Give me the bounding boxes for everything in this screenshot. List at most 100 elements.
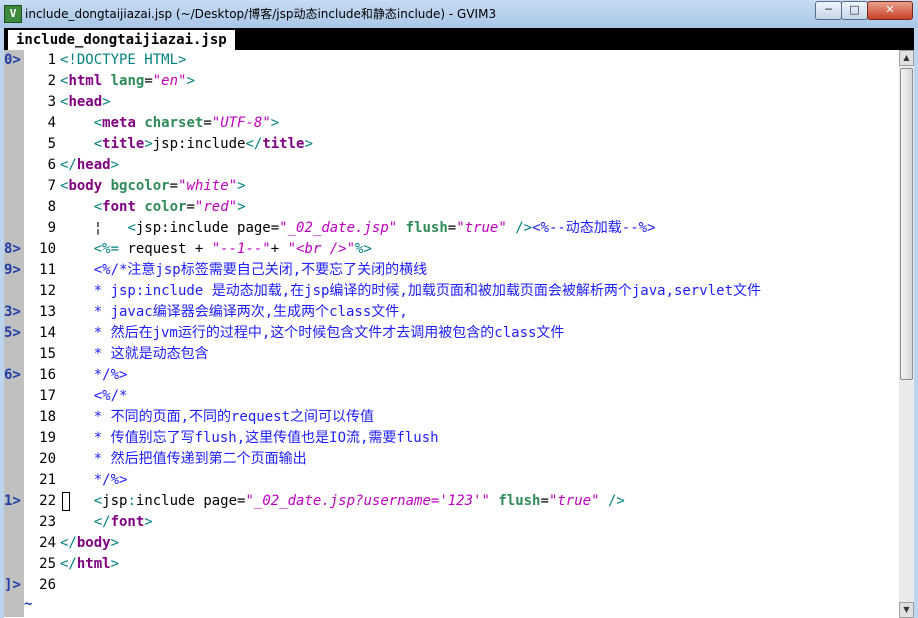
code-token: > bbox=[237, 199, 246, 215]
code-token: "<br />" bbox=[287, 241, 356, 257]
code-token: > bbox=[110, 535, 120, 551]
line-number: 22 bbox=[39, 493, 56, 509]
code-token: <%/*注意jsp标签需要自己关闭,不要忘了关闭的横线 bbox=[93, 262, 428, 278]
code-text: </head> bbox=[60, 155, 119, 176]
vertical-scrollbar[interactable]: ▲ ▼ bbox=[899, 50, 914, 618]
code-line[interactable]: 8 <font color="red"> bbox=[4, 197, 899, 218]
code-line[interactable]: 17 <%/* bbox=[4, 386, 899, 407]
code-line[interactable]: 7 <body bgcolor="white"> bbox=[4, 176, 899, 197]
text-cursor bbox=[62, 492, 70, 511]
scroll-down-icon[interactable]: ▼ bbox=[899, 602, 914, 618]
line-number: 12 bbox=[39, 283, 56, 299]
scrollbar-thumb[interactable] bbox=[900, 68, 913, 380]
code-line[interactable]: 19 * 传值别忘了写flush,这里传值也是IO流,需要flush bbox=[4, 428, 899, 449]
code-token: head bbox=[76, 157, 111, 173]
code-token: * 传值别忘了写flush,这里传值也是IO流,需要flush bbox=[93, 430, 439, 446]
sign-column: 1> bbox=[4, 491, 24, 512]
sign-column bbox=[4, 470, 24, 491]
code-token: : bbox=[127, 493, 136, 509]
code-token: jsp:include page= bbox=[135, 220, 280, 236]
line-number: 6 bbox=[47, 157, 56, 173]
code-token: font bbox=[102, 199, 136, 215]
code-token: "en" bbox=[152, 73, 187, 89]
scroll-up-icon[interactable]: ▲ bbox=[899, 50, 914, 66]
line-number: 7 bbox=[47, 178, 56, 194]
code-line[interactable]: 23 </font> bbox=[4, 512, 899, 533]
code-line[interactable]: 5> 14 * 然后在jvm运行的过程中,这个时候包含文件才去调用被包含的clas… bbox=[4, 323, 899, 344]
code-text: <%/*注意jsp标签需要自己关闭,不要忘了关闭的横线 bbox=[60, 260, 427, 281]
line-number: 16 bbox=[39, 367, 56, 383]
sign-column bbox=[4, 344, 24, 365]
code-line[interactable]: 2 <html lang="en"> bbox=[4, 71, 899, 92]
sign-column bbox=[4, 176, 24, 197]
code-token: <%/* bbox=[93, 388, 128, 404]
code-line[interactable]: 24 </body> bbox=[4, 533, 899, 554]
code-text: <%= request + "--1--"+ "<br />"%> bbox=[60, 239, 372, 260]
line-number: 18 bbox=[39, 409, 56, 425]
code-line[interactable]: 5 <title>jsp:include</title> bbox=[4, 134, 899, 155]
code-token: < bbox=[93, 136, 103, 152]
code-line[interactable]: 21 */%> bbox=[4, 470, 899, 491]
code-line[interactable]: 6 </head> bbox=[4, 155, 899, 176]
code-token: font bbox=[110, 514, 145, 530]
code-line[interactable]: 3 <head> bbox=[4, 92, 899, 113]
code-line[interactable]: ]> 26 bbox=[4, 575, 899, 596]
sign-column bbox=[4, 197, 24, 218]
line-number: 5 bbox=[47, 136, 56, 152]
code-token: bgcolor bbox=[110, 178, 170, 194]
code-line[interactable]: 15 * 这就是动态包含 bbox=[4, 344, 899, 365]
code-token: color bbox=[144, 199, 187, 215]
maximize-button[interactable]: □ bbox=[841, 1, 868, 20]
code-line[interactable]: 0> 1 <!DOCTYPE HTML> bbox=[4, 50, 899, 71]
code-token: title bbox=[262, 136, 305, 152]
line-number: 21 bbox=[39, 472, 56, 488]
sign-column bbox=[4, 71, 24, 92]
code-line[interactable]: 4 <meta charset="UTF-8"> bbox=[4, 113, 899, 134]
code-line[interactable]: 12 * jsp:include 是动态加载,在jsp编译的时候,加载页面和被加… bbox=[4, 281, 899, 302]
code-token: > bbox=[237, 178, 246, 194]
code-line[interactable]: 1> 22 <jsp:include page="_02_date.jsp?use… bbox=[4, 491, 899, 512]
sign-column: 6> bbox=[4, 365, 24, 386]
sign-column bbox=[4, 449, 24, 470]
code-line[interactable]: 25 </html> bbox=[4, 554, 899, 575]
line-number: 20 bbox=[39, 451, 56, 467]
minimize-button[interactable]: ─ bbox=[815, 1, 842, 20]
code-text: * javac编译器会编译两次,生成两个class文件, bbox=[60, 302, 408, 323]
line-number: 9 bbox=[47, 220, 56, 236]
gvim-window: V include_dongtaijiazai.jsp (~/Desktop/博… bbox=[0, 0, 918, 618]
code-text: <html lang="en"> bbox=[60, 71, 195, 92]
code-line[interactable]: 9 ¦ <jsp:include page="_02_date.jsp" flu… bbox=[4, 218, 899, 239]
code-line[interactable]: 18 * 不同的页面,不同的request之间可以传值 bbox=[4, 407, 899, 428]
code-token: "white" bbox=[178, 178, 238, 194]
code-line[interactable]: 3> 13 * javac编译器会编译两次,生成两个class文件, bbox=[4, 302, 899, 323]
code-token: html bbox=[68, 73, 103, 89]
editor-area[interactable]: 0> 1 <!DOCTYPE HTML> 2 <html lang="en"> 3 <hea… bbox=[4, 50, 899, 618]
title-bar[interactable]: V include_dongtaijiazai.jsp (~/Desktop/博… bbox=[0, 0, 918, 28]
code-line[interactable]: 8> 10 <%= request + "--1--"+ "<br />"%> bbox=[4, 239, 899, 260]
code-token: < bbox=[93, 493, 103, 509]
code-token: "_02_date.jsp" bbox=[279, 220, 398, 236]
code-token: = bbox=[203, 115, 212, 131]
close-button[interactable]: ✕ bbox=[867, 1, 913, 20]
gvim-icon: V bbox=[4, 5, 22, 23]
line-number: 14 bbox=[39, 325, 56, 341]
empty-line: ~ bbox=[4, 596, 899, 617]
code-line[interactable]: 9> 11 <%/*注意jsp标签需要自己关闭,不要忘了关闭的横线 bbox=[4, 260, 899, 281]
code-token: "true" bbox=[548, 493, 600, 509]
code-token: * jsp:include 是动态加载,在jsp编译的时候,加载页面和被加载页面… bbox=[93, 283, 762, 299]
code-token: ¦ bbox=[60, 220, 128, 236]
sign-column bbox=[4, 512, 24, 533]
code-token: head bbox=[68, 94, 103, 110]
tab-file[interactable]: include_dongtaijiazai.jsp bbox=[8, 30, 235, 50]
code-token: jsp:include bbox=[152, 136, 246, 152]
code-line[interactable]: 20 * 然后把值传递到第二个页面输出 bbox=[4, 449, 899, 470]
code-line[interactable]: 6> 16 */%> bbox=[4, 365, 899, 386]
line-number: 17 bbox=[39, 388, 56, 404]
line-number: 10 bbox=[39, 241, 56, 257]
code-token: charset bbox=[144, 115, 204, 131]
